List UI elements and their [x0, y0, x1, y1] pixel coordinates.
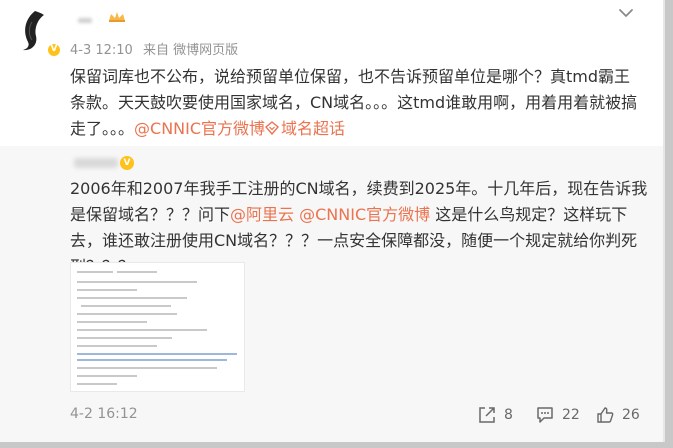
- like-button[interactable]: 26: [596, 404, 640, 426]
- mention-cnnic[interactable]: @CNNIC官方微博: [299, 205, 430, 224]
- post-content: 保留词库也不公布，说给预留单位保留，也不告诉预留单位是哪个？真tmd霸王条款。天…: [70, 64, 645, 142]
- repost-author[interactable]: V: [70, 154, 140, 172]
- super-topic-link[interactable]: 域名超话: [265, 119, 345, 138]
- thumbs-up-icon: [597, 407, 614, 423]
- super-topic-icon: [265, 121, 280, 135]
- author-name[interactable]: [70, 12, 130, 28]
- comment-button[interactable]: 22: [536, 404, 580, 426]
- mention-aliyun[interactable]: @阿里云: [230, 205, 294, 224]
- blurred-name: [78, 18, 92, 23]
- verified-badge-icon: V: [120, 156, 134, 170]
- attached-image-thumbnail[interactable]: [70, 262, 245, 392]
- comment-icon: [537, 407, 553, 423]
- mention-cnnic[interactable]: @CNNIC官方微博: [134, 119, 265, 138]
- post-time[interactable]: 4-3 12:10: [70, 43, 133, 58]
- post-meta: 4-3 12:10 来自 微博网页版: [70, 39, 244, 58]
- share-count: 8: [504, 407, 513, 423]
- super-topic-label[interactable]: 域名超话: [281, 119, 345, 138]
- window-border-right: [665, 0, 673, 448]
- post-source: 来自 微博网页版: [142, 43, 239, 58]
- share-icon: [479, 407, 495, 423]
- window-border-bottom: [0, 442, 673, 448]
- repost-time[interactable]: 4-2 16:12: [70, 406, 138, 422]
- chevron-down-icon[interactable]: [616, 6, 636, 20]
- verified-badge-icon: V: [47, 43, 61, 57]
- comment-count: 22: [562, 407, 580, 423]
- share-button[interactable]: 8: [478, 404, 513, 426]
- blurred-repost-name: [74, 158, 118, 168]
- like-count: 26: [622, 407, 640, 423]
- member-crown-icon: [109, 12, 125, 22]
